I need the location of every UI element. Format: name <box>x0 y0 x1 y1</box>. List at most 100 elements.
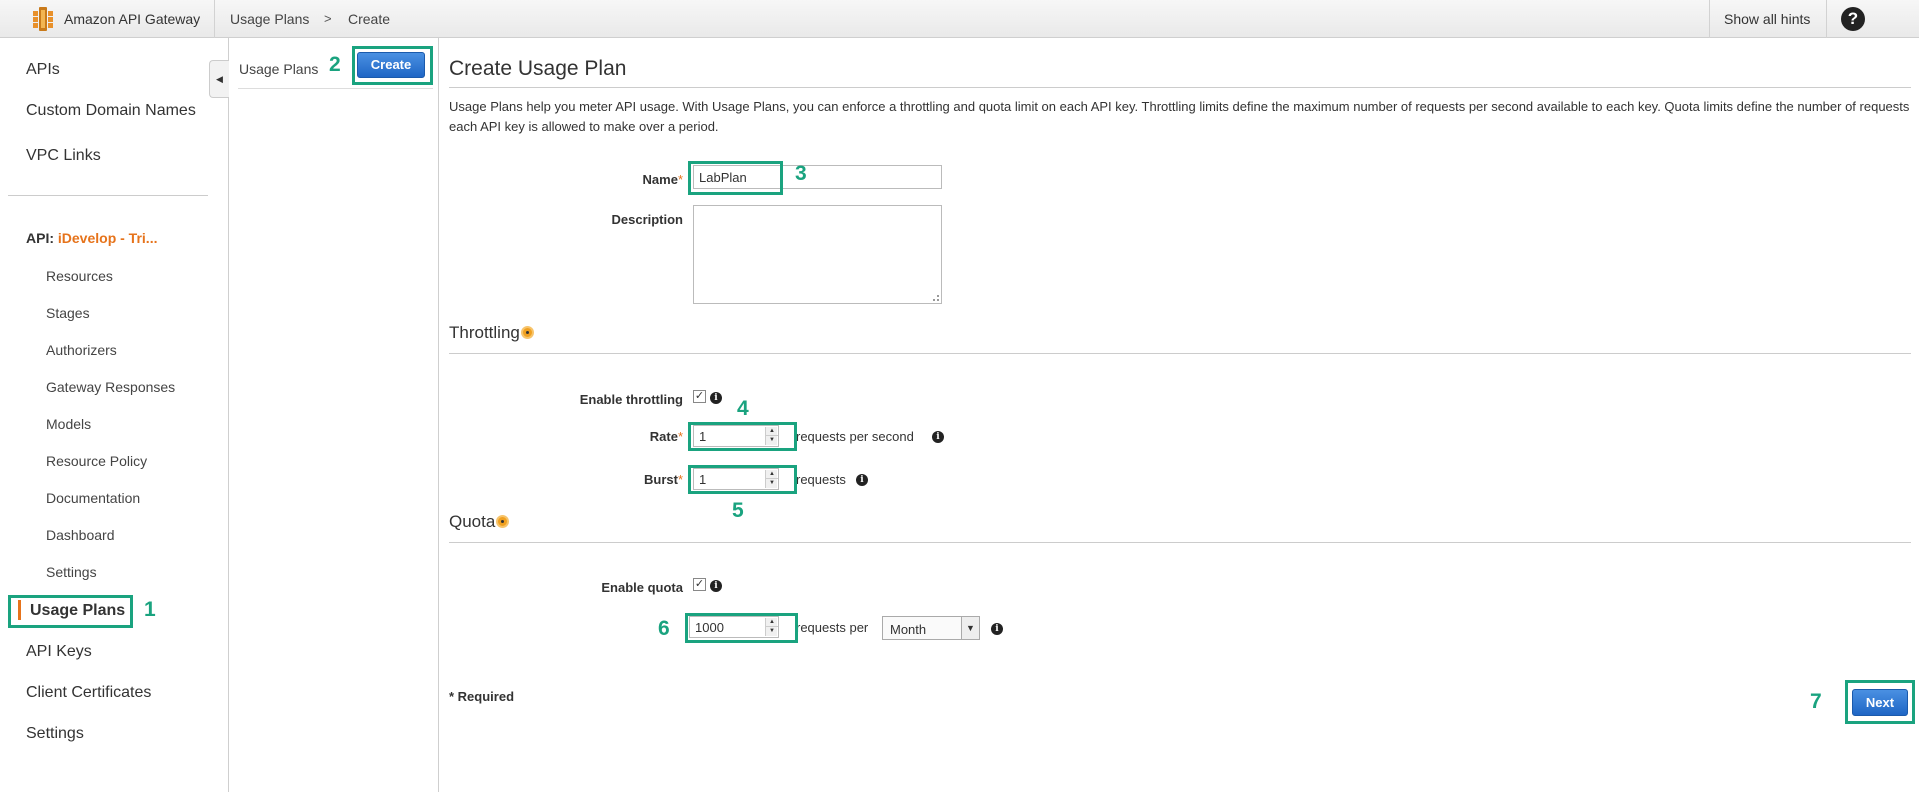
top-bar-divider <box>214 0 215 38</box>
sidebar-divider <box>8 195 208 196</box>
quota-title-text: Quota <box>449 512 496 531</box>
create-button[interactable]: Create <box>357 52 425 78</box>
name-label: Name* <box>523 172 683 187</box>
quota-section-title: Quota <box>449 512 510 532</box>
required-mark: * <box>677 172 683 187</box>
stepper-up-icon[interactable]: ▲ <box>766 618 778 627</box>
sidebar-item-custom-domain-names[interactable]: Custom Domain Names <box>26 102 196 120</box>
sidebar-item-api-keys[interactable]: API Keys <box>26 643 92 661</box>
usage-plans-list-panel: Usage Plans Create <box>229 38 439 792</box>
sidebar-item-authorizers[interactable]: Authorizers <box>46 342 117 358</box>
sidebar-item-api-settings[interactable]: Settings <box>46 564 97 580</box>
step-5-number: 5 <box>732 499 744 522</box>
burst-stepper[interactable]: ▲ ▼ <box>765 470 778 488</box>
required-note: * Required <box>449 689 515 704</box>
info-icon[interactable]: i <box>710 580 722 592</box>
description-textarea[interactable] <box>693 205 942 304</box>
hint-icon[interactable] <box>520 326 534 339</box>
quota-period-value: Month <box>890 622 927 637</box>
sidebar-item-settings[interactable]: Settings <box>26 725 84 743</box>
sidebar-item-documentation[interactable]: Documentation <box>46 490 140 506</box>
api-selector[interactable]: API: iDevelop - Tri... <box>26 230 157 246</box>
sidebar-item-resource-policy[interactable]: Resource Policy <box>46 453 147 469</box>
api-prefix: API: <box>26 230 54 246</box>
step-6-number: 6 <box>658 617 670 640</box>
step-7-number: 7 <box>1810 690 1822 713</box>
step-2-number: 2 <box>329 53 341 76</box>
name-label-text: Name <box>642 172 678 187</box>
show-all-hints-button[interactable]: Show all hints <box>1724 11 1810 27</box>
sidebar-item-vpc-links[interactable]: VPC Links <box>26 147 101 165</box>
required-mark: * <box>677 472 683 487</box>
info-icon[interactable]: i <box>932 431 944 443</box>
info-icon[interactable]: i <box>991 623 1003 635</box>
sidebar-item-usage-plans[interactable]: Usage Plans <box>30 602 125 620</box>
step-1-number: 1 <box>144 598 156 621</box>
rate-label: Rate* <box>523 429 683 444</box>
step-4-number: 4 <box>737 397 749 420</box>
sidebar-item-client-certificates[interactable]: Client Certificates <box>26 684 151 702</box>
rate-suffix: requests per second <box>796 429 914 444</box>
stepper-up-icon[interactable]: ▲ <box>766 427 778 436</box>
throttling-section-title: Throttling <box>449 323 534 343</box>
left-sidebar: APIs Custom Domain Names VPC Links API: … <box>0 38 229 792</box>
required-mark: * <box>677 429 683 444</box>
step-3-number: 3 <box>795 162 807 185</box>
stepper-down-icon[interactable]: ▼ <box>766 436 778 445</box>
enable-quota-label: Enable quota <box>601 580 683 595</box>
help-icon[interactable]: ? <box>1841 7 1865 31</box>
top-bar-divider <box>1709 0 1710 38</box>
breadcrumb-separator: > <box>324 11 332 26</box>
quota-input[interactable]: 1000 ▲ ▼ <box>689 616 779 638</box>
top-bar: Amazon API Gateway Usage Plans > Create … <box>0 0 1919 38</box>
burst-input[interactable]: 1 ▲ ▼ <box>693 468 779 490</box>
enable-throttling-label: Enable throttling <box>579 392 683 407</box>
chevron-down-icon[interactable]: ▼ <box>961 617 979 639</box>
enable-throttling-checkbox[interactable]: ✓ <box>693 390 706 403</box>
breadcrumb-usage-plans[interactable]: Usage Plans <box>230 11 309 27</box>
throttling-title-text: Throttling <box>449 323 520 342</box>
throttling-divider <box>449 353 1911 354</box>
api-name[interactable]: iDevelop - Tri... <box>58 230 158 246</box>
page-description: Usage Plans help you meter API usage. Wi… <box>449 99 1910 134</box>
rate-value: 1 <box>699 429 707 444</box>
collapse-sidebar-icon[interactable]: ◀ <box>209 60 229 98</box>
hint-icon[interactable] <box>496 515 510 528</box>
sidebar-item-stages[interactable]: Stages <box>46 305 90 321</box>
burst-suffix: requests <box>796 472 846 487</box>
next-button[interactable]: Next <box>1852 689 1908 716</box>
name-input[interactable] <box>693 165 942 189</box>
quota-period-select[interactable]: Month ▼ <box>882 616 980 640</box>
sidebar-item-apis[interactable]: APIs <box>26 61 60 79</box>
burst-value: 1 <box>699 472 707 487</box>
burst-label-text: Burst <box>643 472 678 487</box>
main-content: Create Usage Plan Usage Plans help you m… <box>439 38 1919 792</box>
quota-suffix: requests per <box>796 620 869 635</box>
enable-quota-checkbox[interactable]: ✓ <box>693 578 706 591</box>
rate-label-text: Rate <box>649 429 678 444</box>
breadcrumb-create: Create <box>348 11 391 27</box>
quota-stepper[interactable]: ▲ ▼ <box>765 618 778 636</box>
sidebar-item-resources[interactable]: Resources <box>46 268 113 284</box>
rate-stepper[interactable]: ▲ ▼ <box>765 427 778 445</box>
stepper-up-icon[interactable]: ▲ <box>766 470 778 479</box>
info-icon[interactable]: i <box>710 392 722 404</box>
active-indicator <box>18 600 21 620</box>
page-title: Create Usage Plan <box>449 57 627 80</box>
quota-divider <box>449 542 1911 543</box>
brand-link[interactable]: Amazon API Gateway <box>64 11 200 27</box>
quota-value: 1000 <box>695 620 724 635</box>
description-label: Description <box>611 212 683 227</box>
api-gateway-logo-icon[interactable] <box>30 6 56 32</box>
panel-divider <box>238 88 433 89</box>
sidebar-item-models[interactable]: Models <box>46 416 91 432</box>
stepper-down-icon[interactable]: ▼ <box>766 479 778 488</box>
info-icon[interactable]: i <box>856 474 868 486</box>
resize-handle-icon[interactable] <box>933 295 939 301</box>
top-bar-divider <box>1826 0 1827 38</box>
sidebar-item-dashboard[interactable]: Dashboard <box>46 527 115 543</box>
rate-input[interactable]: 1 ▲ ▼ <box>693 425 779 447</box>
usage-plans-panel-title: Usage Plans <box>239 61 319 77</box>
sidebar-item-gateway-responses[interactable]: Gateway Responses <box>46 379 175 395</box>
stepper-down-icon[interactable]: ▼ <box>766 627 778 636</box>
